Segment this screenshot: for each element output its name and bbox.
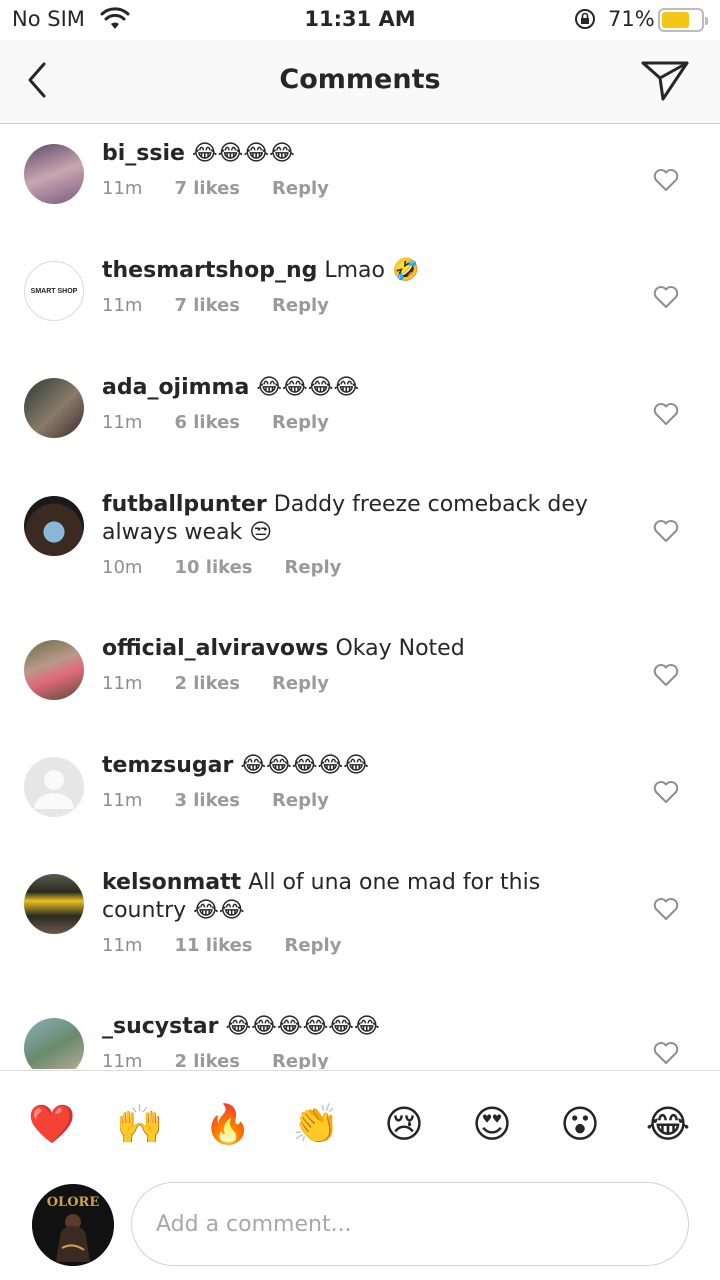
avatar-logo-text: SMART SHOP (30, 287, 78, 295)
heart-icon[interactable] (653, 780, 679, 804)
comment-time: 11m (102, 178, 143, 199)
reaction-heart[interactable]: ❤️ (26, 1101, 78, 1147)
reply-button[interactable]: Reply (285, 935, 342, 956)
reply-button[interactable]: Reply (272, 178, 329, 199)
comment-likes[interactable]: 6 likes (174, 412, 240, 433)
comment-time: 11m (102, 1051, 143, 1069)
comment-text: 😂😂😂😂😂 (240, 753, 369, 778)
reaction-surprised[interactable]: 😮 (554, 1101, 606, 1147)
battery-icon (658, 8, 708, 32)
comment-time: 11m (102, 295, 143, 316)
comment-text: Lmao 🤣 (324, 258, 420, 283)
comment-likes[interactable]: 2 likes (174, 673, 240, 694)
reply-button[interactable]: Reply (272, 295, 329, 316)
comment-likes[interactable]: 7 likes (174, 295, 240, 316)
reply-button[interactable]: Reply (285, 557, 342, 578)
default-avatar-icon (34, 770, 74, 809)
comment-likes[interactable]: 3 likes (174, 790, 240, 811)
comment-composer: OLORE (0, 1180, 720, 1280)
comment-input[interactable] (131, 1182, 689, 1266)
comment-likes[interactable]: 11 likes (174, 935, 252, 956)
avatar[interactable] (24, 496, 84, 556)
reaction-heart-eyes[interactable]: 😍 (466, 1101, 518, 1147)
comment-username[interactable]: kelsonmatt (102, 870, 241, 895)
comment-time: 10m (102, 557, 143, 578)
heart-icon[interactable] (653, 897, 679, 921)
comment-username[interactable]: thesmartshop_ng (102, 258, 317, 283)
comment-time: 11m (102, 673, 143, 694)
comment-text: Okay Noted (335, 636, 465, 661)
avatar[interactable]: SMART SHOP (24, 261, 84, 321)
comment-time: 11m (102, 790, 143, 811)
reply-button[interactable]: Reply (272, 1051, 329, 1069)
comment-likes[interactable]: 7 likes (174, 178, 240, 199)
comment-text: 😂😂😂😂😂😂 (225, 1014, 380, 1039)
reaction-crying[interactable]: 😢 (378, 1101, 430, 1147)
reaction-laughing[interactable]: 😂 (642, 1101, 694, 1147)
heart-icon[interactable] (653, 1041, 679, 1065)
comment-text: 😂😂😂😂 (256, 375, 360, 400)
avatar[interactable] (24, 757, 84, 817)
comment-username[interactable]: official_alviravows (102, 636, 328, 661)
comment-username[interactable]: ada_ojimma (102, 375, 249, 400)
avatar[interactable] (24, 640, 84, 700)
reply-button[interactable]: Reply (272, 790, 329, 811)
avatar[interactable] (24, 144, 84, 204)
orientation-lock-icon (575, 9, 595, 29)
comment-username[interactable]: bi_ssie (102, 141, 185, 166)
my-avatar-image: OLORE (32, 1184, 114, 1266)
quick-reactions-bar: ❤️ 🙌 🔥 👏 😢 😍 😮 😂 (0, 1070, 720, 1180)
comment-time: 11m (102, 412, 143, 433)
comment-text: 😂😂😂😂 (191, 141, 295, 166)
battery-percent: 71% (608, 7, 655, 31)
paper-plane-icon[interactable] (638, 54, 692, 104)
page-title: Comments (279, 64, 441, 95)
battery-fill (662, 12, 689, 28)
heart-icon[interactable] (653, 168, 679, 192)
avatar[interactable] (24, 1018, 84, 1069)
my-avatar[interactable]: OLORE (32, 1184, 114, 1266)
heart-icon[interactable] (653, 663, 679, 687)
my-avatar-logo-text: OLORE (47, 1195, 100, 1210)
comment-username[interactable]: futballpunter (102, 492, 267, 517)
comment-time: 11m (102, 935, 143, 956)
comment-likes[interactable]: 2 likes (174, 1051, 240, 1069)
comment-likes[interactable]: 10 likes (174, 557, 252, 578)
comment-username[interactable]: _sucystar (102, 1014, 218, 1039)
avatar[interactable] (24, 874, 84, 934)
reply-button[interactable]: Reply (272, 673, 329, 694)
reaction-clap[interactable]: 👏 (290, 1101, 342, 1147)
comment-username[interactable]: temzsugar (102, 753, 233, 778)
reaction-fire[interactable]: 🔥 (202, 1101, 254, 1147)
heart-icon[interactable] (653, 402, 679, 426)
reply-button[interactable]: Reply (272, 412, 329, 433)
heart-icon[interactable] (653, 519, 679, 543)
reaction-raised-hands[interactable]: 🙌 (114, 1101, 166, 1147)
nav-bar: Comments (0, 40, 720, 124)
status-bar: No SIM 11:31 AM 71% (0, 0, 720, 40)
avatar[interactable] (24, 378, 84, 438)
comments-list[interactable]: bi_ssie 😂😂😂😂 11m 7 likes Reply SMART SHOP … (0, 125, 720, 1069)
heart-icon[interactable] (653, 285, 679, 309)
